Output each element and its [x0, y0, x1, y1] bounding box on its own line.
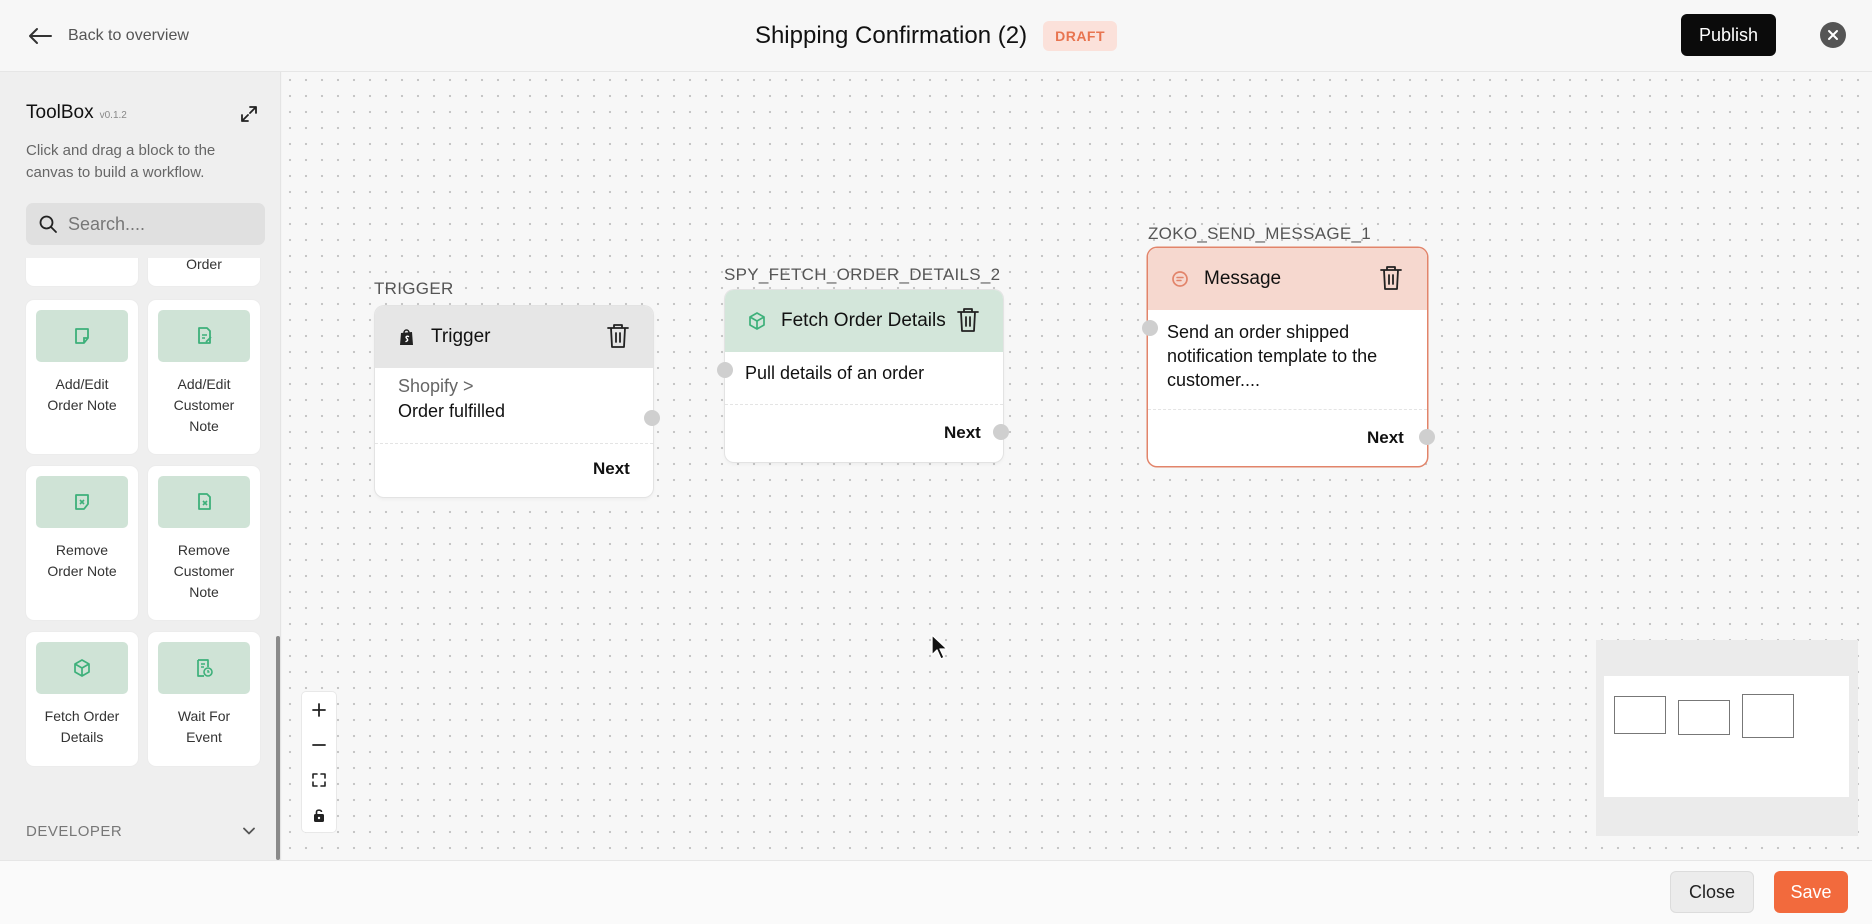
page-title: Shipping Confirmation (2) [754, 22, 1028, 49]
block-label: Wait For Event [177, 708, 231, 745]
fetch-input-handle[interactable] [717, 362, 733, 378]
back-label: Back to overview [68, 27, 189, 44]
back-to-overview-link[interactable]: Back to overview [28, 22, 189, 50]
fit-view-button[interactable] [302, 762, 336, 797]
trash-icon[interactable] [605, 322, 631, 350]
note-edit-icon [75, 328, 89, 344]
search-icon [39, 215, 57, 233]
toolbox-block-remove-customer-note[interactable]: Remove Customer Note [148, 466, 260, 620]
bottom-bar: Close Save [0, 860, 1872, 924]
toolbox-block-add-edit-order-note[interactable]: Add/Edit Order Note [26, 300, 138, 454]
customer-note-edit-icon [198, 327, 212, 344]
toolbox-version: v0.1.2 [99, 110, 127, 121]
node-title: Message [1204, 268, 1282, 289]
next-label: Next [944, 423, 981, 442]
top-bar: Back to overview Shipping Confirmation (… [0, 0, 1872, 72]
chevron-down-icon [243, 827, 255, 835]
lock-icon [314, 808, 324, 822]
toolbox-block-order[interactable]: Order [148, 258, 260, 286]
plus-icon [312, 702, 326, 717]
toolbox-description: Click and drag a block to the canvas to … [26, 142, 216, 181]
node-id-label: ZOKO_SEND_MESSAGE_1 [1148, 224, 1371, 243]
block-label: Remove Customer Note [173, 542, 235, 600]
toolbox-block-add-edit-customer-note[interactable]: Add/Edit Customer Note [148, 300, 260, 454]
zoom-out-button[interactable] [302, 727, 336, 762]
message-icon [1172, 271, 1188, 287]
toolbox-block-remove-order-note[interactable]: Remove Order Note [26, 466, 138, 620]
note-remove-icon [75, 494, 89, 510]
message-output-handle[interactable] [1419, 429, 1435, 445]
arrow-left-icon [29, 28, 52, 44]
close-editor-button[interactable] [1820, 22, 1846, 48]
trigger-event: Order fulfilled [398, 401, 506, 421]
wait-event-icon [197, 659, 213, 677]
mouse-cursor-icon [931, 634, 948, 660]
toolbox-block-wait-for-event[interactable]: Wait For Event [148, 632, 260, 766]
zoom-controls [302, 692, 336, 832]
save-button[interactable]: Save [1774, 871, 1848, 913]
node-description: Pull details of an order [745, 363, 925, 383]
toolbox-block-fetch-order-details[interactable]: Fetch Order Details [26, 632, 138, 766]
blocks-list[interactable]: Order Add/Edit Order Note Add/Edit Custo… [0, 258, 280, 802]
minimap-node [1678, 700, 1730, 735]
node-title: Fetch Order Details [781, 310, 946, 331]
status-badge: DRAFT [1043, 21, 1118, 51]
fetch-order-details-node[interactable]: Fetch Order Details Pull details of an o… [725, 290, 1003, 462]
search-box[interactable] [26, 203, 265, 245]
zoom-in-button[interactable] [302, 692, 336, 727]
cube-icon [74, 659, 90, 677]
message-input-handle[interactable] [1142, 320, 1158, 336]
trigger-node[interactable]: Trigger Shopify > Order fulfilled Next [375, 306, 653, 497]
developer-section-toggle[interactable]: DEVELOPER [0, 802, 280, 860]
customer-note-remove-icon [198, 493, 211, 510]
developer-label: DEVELOPER [26, 822, 123, 840]
lock-button[interactable] [302, 797, 336, 832]
toolbox-title: ToolBox [26, 102, 94, 123]
block-label: Fetch Order Details [44, 708, 120, 745]
next-label: Next [1367, 428, 1404, 447]
minimap-node [1742, 694, 1794, 738]
sidebar-scrollbar[interactable] [276, 636, 280, 860]
close-icon [1828, 30, 1838, 40]
trigger-output-handle[interactable] [644, 410, 660, 426]
expand-icon[interactable] [240, 105, 258, 123]
minimap-viewport [1604, 676, 1849, 797]
cube-icon [749, 312, 765, 330]
minimap[interactable] [1596, 640, 1858, 836]
next-label: Next [593, 459, 630, 478]
shopify-icon [400, 329, 413, 345]
toolbox-sidebar: ToolBox v0.1.2 Click and drag a block to… [0, 72, 281, 860]
block-label: Remove Order Note [47, 542, 117, 579]
node-description: Send an order shipped notification templ… [1167, 322, 1378, 390]
fetch-output-handle[interactable] [993, 424, 1009, 440]
publish-button[interactable]: Publish [1681, 14, 1776, 56]
close-button[interactable]: Close [1670, 871, 1754, 913]
block-label: Add/Edit Order Note [47, 376, 117, 413]
block-label: Add/Edit Customer Note [173, 376, 235, 434]
search-input[interactable] [68, 213, 258, 235]
message-node[interactable]: Message Send an order shipped notificati… [1148, 248, 1427, 466]
block-label: Order [186, 258, 222, 272]
node-title: Trigger [431, 326, 491, 347]
minimap-node [1614, 696, 1666, 734]
toolbox-block-partial[interactable] [26, 258, 138, 286]
fit-view-icon [312, 772, 326, 787]
trigger-source: Shopify > [398, 376, 474, 396]
trash-icon[interactable] [955, 306, 981, 334]
minus-icon [312, 743, 326, 746]
node-id-label: SPY_FETCH_ORDER_DETAILS_2 [724, 265, 1001, 284]
workflow-canvas[interactable]: TRIGGER Trigger Shopify > Order fulfille… [282, 72, 1872, 860]
trash-icon[interactable] [1378, 264, 1404, 292]
node-id-label: TRIGGER [374, 279, 454, 298]
